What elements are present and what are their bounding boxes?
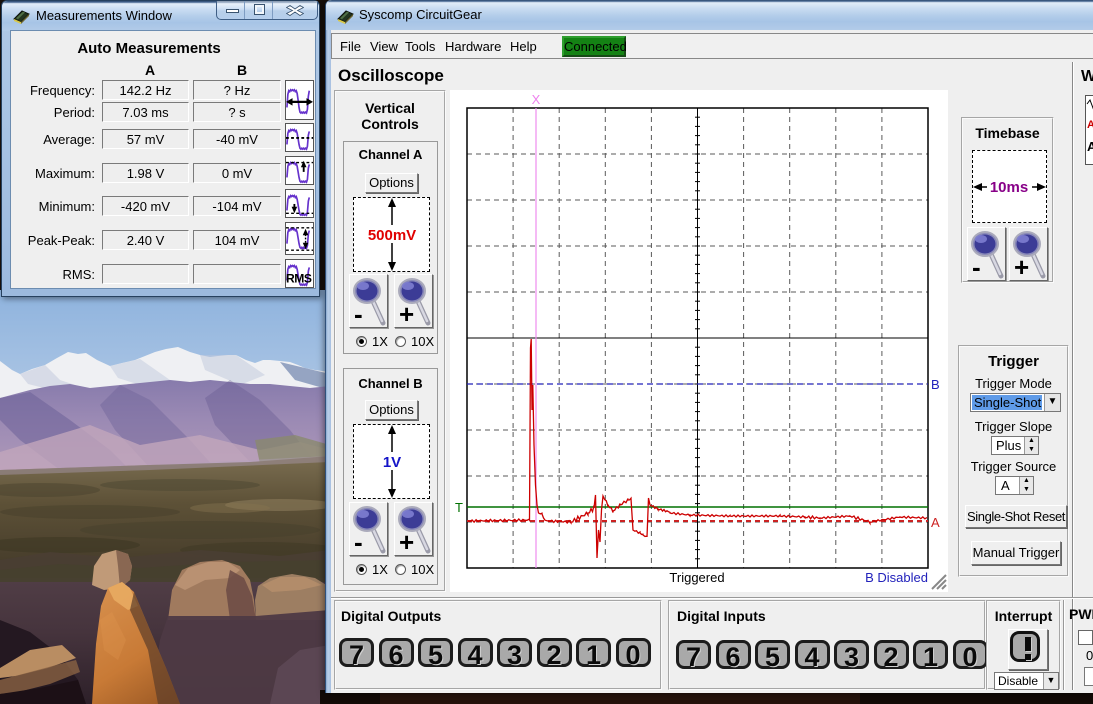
svg-text:B: B	[931, 377, 940, 392]
svg-text:A: A	[1087, 139, 1093, 154]
svg-text:1V: 1V	[383, 454, 401, 471]
svg-text:500mV: 500mV	[368, 227, 416, 244]
svg-text:A: A	[931, 515, 940, 530]
svg-text:Triggered: Triggered	[669, 570, 724, 585]
svg-text:A: A	[1087, 119, 1093, 131]
svg-text:RMS: RMS	[286, 271, 312, 285]
svg-text:T: T	[455, 500, 463, 515]
svg-text:B Disabled: B Disabled	[865, 570, 928, 585]
svg-text:X: X	[532, 92, 541, 107]
svg-text:10ms: 10ms	[990, 179, 1028, 196]
